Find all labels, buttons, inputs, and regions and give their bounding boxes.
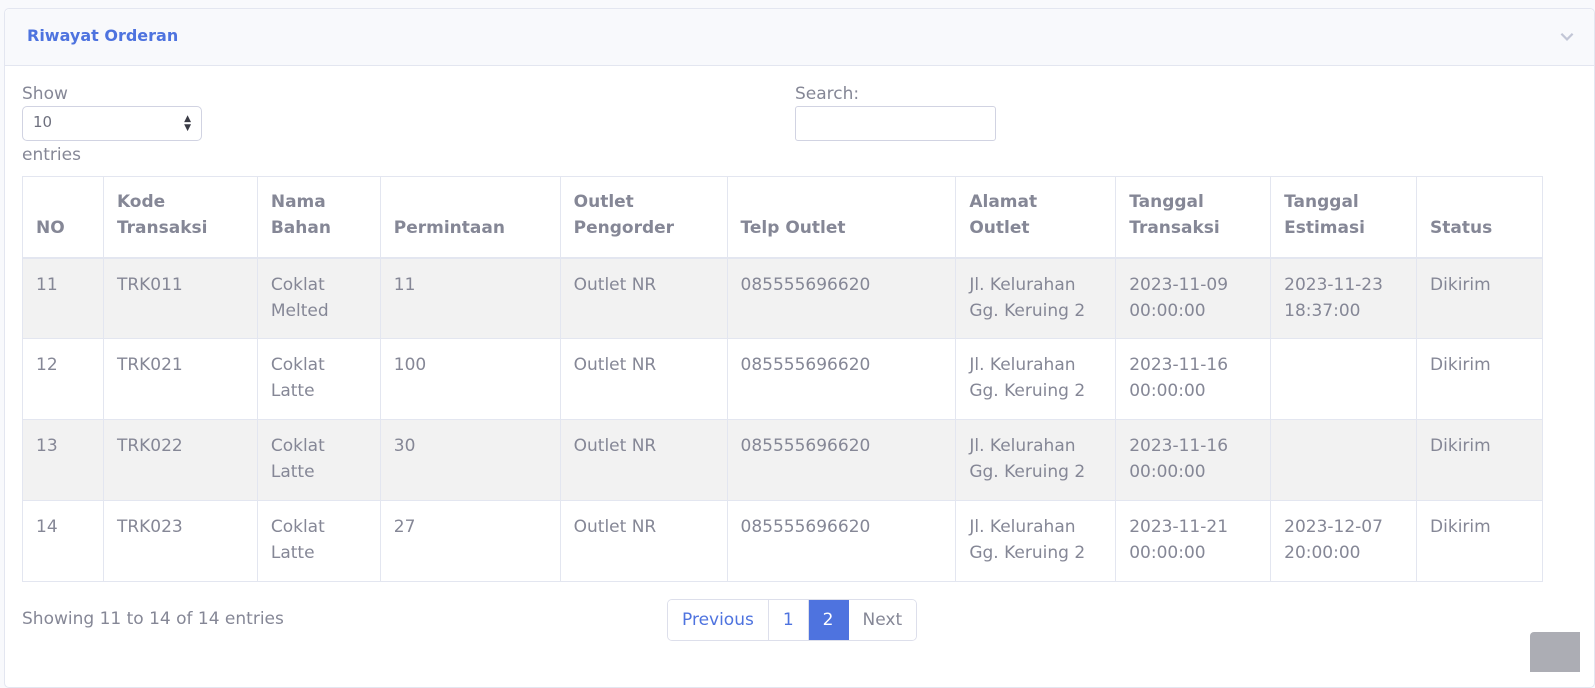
card-header[interactable]: Riwayat Orderan xyxy=(5,9,1594,66)
column-header[interactable]: Tanggal Transaksi xyxy=(1115,176,1272,259)
table-cell: Outlet NR xyxy=(559,257,728,339)
table-cell: 2023-11-16 00:00:00 xyxy=(1115,419,1272,501)
table-cell: Coklat Latte xyxy=(256,419,381,501)
table-cell: TRK021 xyxy=(102,338,258,420)
table-cell: 11 xyxy=(379,257,561,339)
card-title: Riwayat Orderan xyxy=(27,26,179,45)
show-label: Show xyxy=(22,84,68,104)
table-cell: 2023-11-09 00:00:00 xyxy=(1115,257,1272,339)
table-row: 12 TRK021 Coklat Latte 100 Outlet NR 085… xyxy=(22,338,1543,420)
column-header[interactable]: Alamat Outlet xyxy=(955,176,1117,259)
table-cell: Jl. Kelurahan Gg. Keruing 2 xyxy=(955,419,1117,501)
next-page-button[interactable]: Next xyxy=(848,600,917,640)
column-header[interactable]: Kode Transaksi xyxy=(102,176,258,259)
chevron-down-icon[interactable] xyxy=(1558,27,1576,45)
column-header[interactable]: Status xyxy=(1416,176,1543,259)
entries-per-page-select[interactable]: 10 ▲ ▼ xyxy=(22,106,202,141)
table-cell: TRK023 xyxy=(102,500,258,582)
table-cell: 085555696620 xyxy=(726,338,957,420)
column-header[interactable]: Outlet Pengorder xyxy=(559,176,728,259)
pagination: Previous 1 2 Next xyxy=(667,599,918,641)
table-cell: Outlet NR xyxy=(559,419,728,501)
table-cell xyxy=(1270,338,1418,420)
table-cell: 085555696620 xyxy=(726,500,957,582)
column-header[interactable]: Telp Outlet xyxy=(726,176,957,259)
table-cell: 27 xyxy=(379,500,561,582)
table-cell: 12 xyxy=(22,338,104,420)
entries-label: entries xyxy=(22,145,81,165)
table-cell: Dikirim xyxy=(1416,500,1543,582)
table-header-row: NO Kode Transaksi Nama Bahan Permintaan … xyxy=(22,176,1543,259)
scroll-top-button[interactable] xyxy=(1530,632,1580,672)
table-cell: Dikirim xyxy=(1416,419,1543,501)
table-info: Showing 11 to 14 of 14 entries xyxy=(22,609,284,629)
column-header[interactable]: Tanggal Estimasi xyxy=(1270,176,1418,259)
table-cell: Jl. Kelurahan Gg. Keruing 2 xyxy=(955,338,1117,420)
table-cell xyxy=(1270,419,1418,501)
table-cell: 2023-11-23 18:37:00 xyxy=(1270,257,1418,339)
table-cell: 11 xyxy=(22,257,104,339)
table-cell: 2023-12-07 20:00:00 xyxy=(1270,500,1418,582)
table-cell: Jl. Kelurahan Gg. Keruing 2 xyxy=(955,257,1117,339)
table-cell: Coklat Latte xyxy=(256,338,381,420)
table-cell: Coklat Melted xyxy=(256,257,381,339)
previous-page-button[interactable]: Previous xyxy=(668,600,769,640)
sort-arrows-icon: ▲ ▼ xyxy=(184,114,191,133)
table-cell: TRK011 xyxy=(102,257,258,339)
column-header[interactable]: Permintaan xyxy=(379,176,561,259)
table-cell: TRK022 xyxy=(102,419,258,501)
table-cell: Dikirim xyxy=(1416,338,1543,420)
table-row: 14 TRK023 Coklat Latte 27 Outlet NR 0855… xyxy=(22,500,1543,582)
page-2-button[interactable]: 2 xyxy=(808,600,849,640)
table-cell: 13 xyxy=(22,419,104,501)
table-cell: 085555696620 xyxy=(726,419,957,501)
page-1-button[interactable]: 1 xyxy=(768,600,809,640)
table-cell: 085555696620 xyxy=(726,257,957,339)
table-cell: Outlet NR xyxy=(559,500,728,582)
table-cell: Outlet NR xyxy=(559,338,728,420)
table-cell: 2023-11-21 00:00:00 xyxy=(1115,500,1272,582)
search-label: Search: xyxy=(795,84,860,104)
table-cell: 100 xyxy=(379,338,561,420)
table-cell: Jl. Kelurahan Gg. Keruing 2 xyxy=(955,500,1117,582)
table-cell: 30 xyxy=(379,419,561,501)
orders-table: NO Kode Transaksi Nama Bahan Permintaan … xyxy=(22,176,1543,582)
table-cell: 14 xyxy=(22,500,104,582)
table-cell: 2023-11-16 00:00:00 xyxy=(1115,338,1272,420)
search-input[interactable] xyxy=(795,106,996,141)
table-row: 13 TRK022 Coklat Latte 30 Outlet NR 0855… xyxy=(22,419,1543,501)
column-header[interactable]: NO xyxy=(22,176,104,259)
column-header[interactable]: Nama Bahan xyxy=(256,176,381,259)
table-cell: Dikirim xyxy=(1416,257,1543,339)
table-cell: Coklat Latte xyxy=(256,500,381,582)
table-row: 11 TRK011 Coklat Melted 11 Outlet NR 085… xyxy=(22,257,1543,339)
entries-per-page-value: 10 xyxy=(33,113,53,131)
